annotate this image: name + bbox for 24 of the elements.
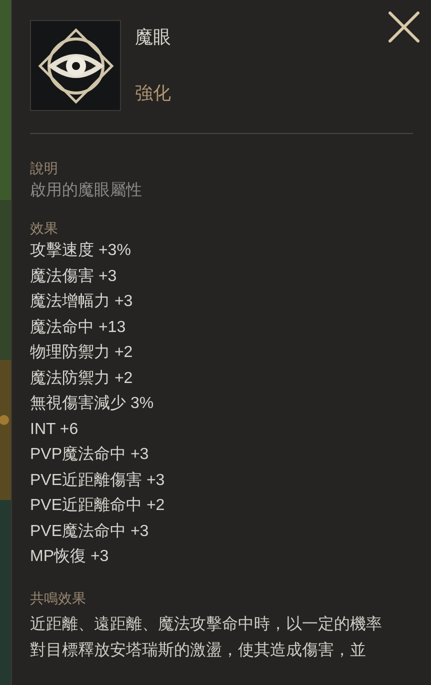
effect-line: 魔法命中 +13	[30, 318, 127, 338]
effect-line: MP恢復 +3	[30, 547, 110, 567]
section-label: 效果	[30, 219, 59, 238]
description-text: 啟用的魔眼屬性	[30, 180, 143, 201]
effect-line: PVP魔法命中 +3	[30, 444, 150, 465]
effect-line: 魔法防禦力 +2	[30, 368, 134, 388]
resonance-text-line: 近距離、遠距離、魔法攻擊命中時，以一定的機率	[30, 614, 383, 634]
effect-line: 物理防禦力 +2	[30, 342, 134, 363]
effect-line: PVE魔法命中 +3	[30, 522, 150, 542]
effect-line: 無視傷害減少 3%	[30, 394, 155, 414]
item-name: 魔眼	[135, 26, 171, 49]
resonance-text-line: 對目標釋放安塔瑞斯的激盪，使其造成傷害，並	[30, 640, 367, 660]
close-button[interactable]	[387, 10, 421, 44]
section-label: 說明	[30, 159, 59, 178]
close-icon	[387, 10, 421, 44]
effect-line: PVE近距離命中 +2	[30, 496, 166, 516]
item-grade: 強化	[135, 82, 171, 105]
effect-line: INT +6	[30, 420, 80, 440]
effect-line: 攻擊速度 +3%	[30, 240, 132, 261]
effect-line: 魔法增幅力 +3	[30, 292, 134, 312]
effect-line: PVE近距離傷害 +3	[30, 470, 166, 490]
section-label: 共鳴效果	[30, 588, 87, 608]
effect-line: 魔法傷害 +3	[30, 266, 118, 286]
eye-icon	[36, 26, 116, 106]
